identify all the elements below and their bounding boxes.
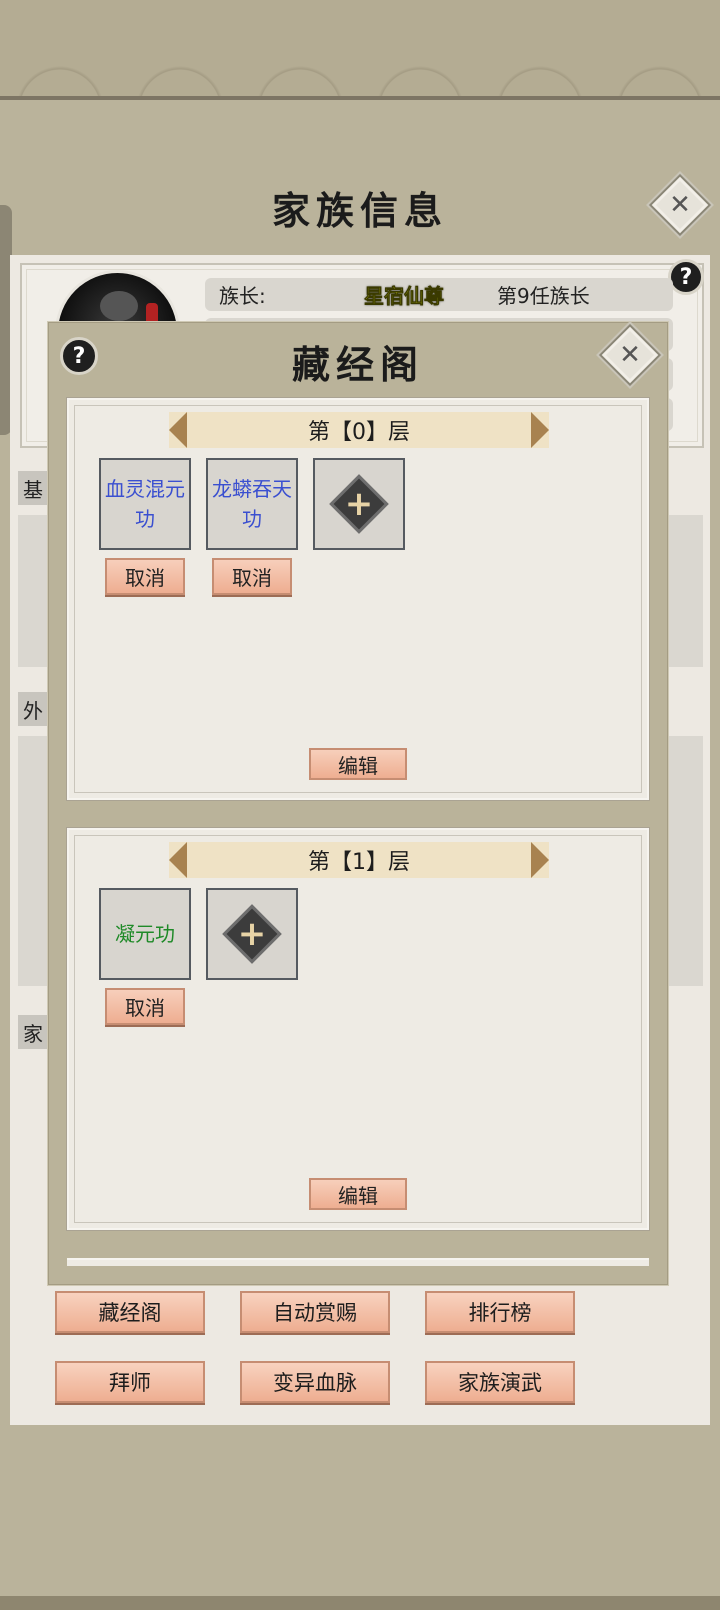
section-tab-basic[interactable]: 基 [18,471,48,505]
section-tab-outer[interactable]: 外 [18,692,48,726]
add-skill-slot[interactable]: + [206,888,298,980]
add-skill-slot[interactable]: + [313,458,405,550]
leader-label: 族长: [219,284,266,308]
plus-icon: + [237,914,267,954]
leader-name: 星宿仙尊 [364,284,445,309]
floor-panel-2-partial [67,1258,649,1266]
page-title: 家族信息 [271,188,448,233]
plus-icon: + [344,484,374,524]
apprentice-button[interactable]: 拜师 [55,1361,205,1403]
top-decoration-band [0,0,720,100]
arrow-right-icon[interactable] [531,842,549,878]
close-icon: ✕ [619,340,641,370]
avatar-hair [100,291,138,321]
ranking-button[interactable]: 排行榜 [425,1291,575,1333]
auto-reward-button[interactable]: 自动赏赐 [240,1291,390,1333]
floor-label: 第【0】层 [308,420,410,445]
bottom-decoration-band [0,1596,720,1610]
floor-banner: 第【0】层 [169,412,549,448]
floor-panel-0: 第【0】层 血灵混元功 龙蟒吞天功 + 取消 取消 编辑 [67,398,649,800]
cancel-button[interactable]: 取消 [105,558,185,595]
cancel-button[interactable]: 取消 [212,558,292,595]
skill-slot[interactable]: 龙蟒吞天功 [206,458,298,550]
library-button[interactable]: 藏经阁 [55,1291,205,1333]
arrow-left-icon[interactable] [169,412,187,448]
mutant-bloodline-button[interactable]: 变异血脉 [240,1361,390,1403]
leader-info-row: 族长: 星宿仙尊 第9任族长 [205,278,673,311]
edit-button[interactable]: 编辑 [309,748,407,780]
close-icon: ✕ [669,190,691,220]
section-tab-family[interactable]: 家 [18,1015,48,1049]
modal-title: 藏经阁 [291,342,424,387]
floor-label: 第【1】层 [308,850,410,875]
arrow-right-icon[interactable] [531,412,549,448]
floor-panel-1: 第【1】层 凝元功 + 取消 编辑 [67,828,649,1230]
family-tournament-button[interactable]: 家族演武 [425,1361,575,1403]
skill-slot[interactable]: 凝元功 [99,888,191,980]
arrow-left-icon[interactable] [169,842,187,878]
edit-button[interactable]: 编辑 [309,1178,407,1210]
floor-banner: 第【1】层 [169,842,549,878]
leader-rank: 第9任族长 [497,284,590,308]
cancel-button[interactable]: 取消 [105,988,185,1025]
help-icon[interactable]: ? [668,259,704,295]
skill-slot[interactable]: 血灵混元功 [99,458,191,550]
